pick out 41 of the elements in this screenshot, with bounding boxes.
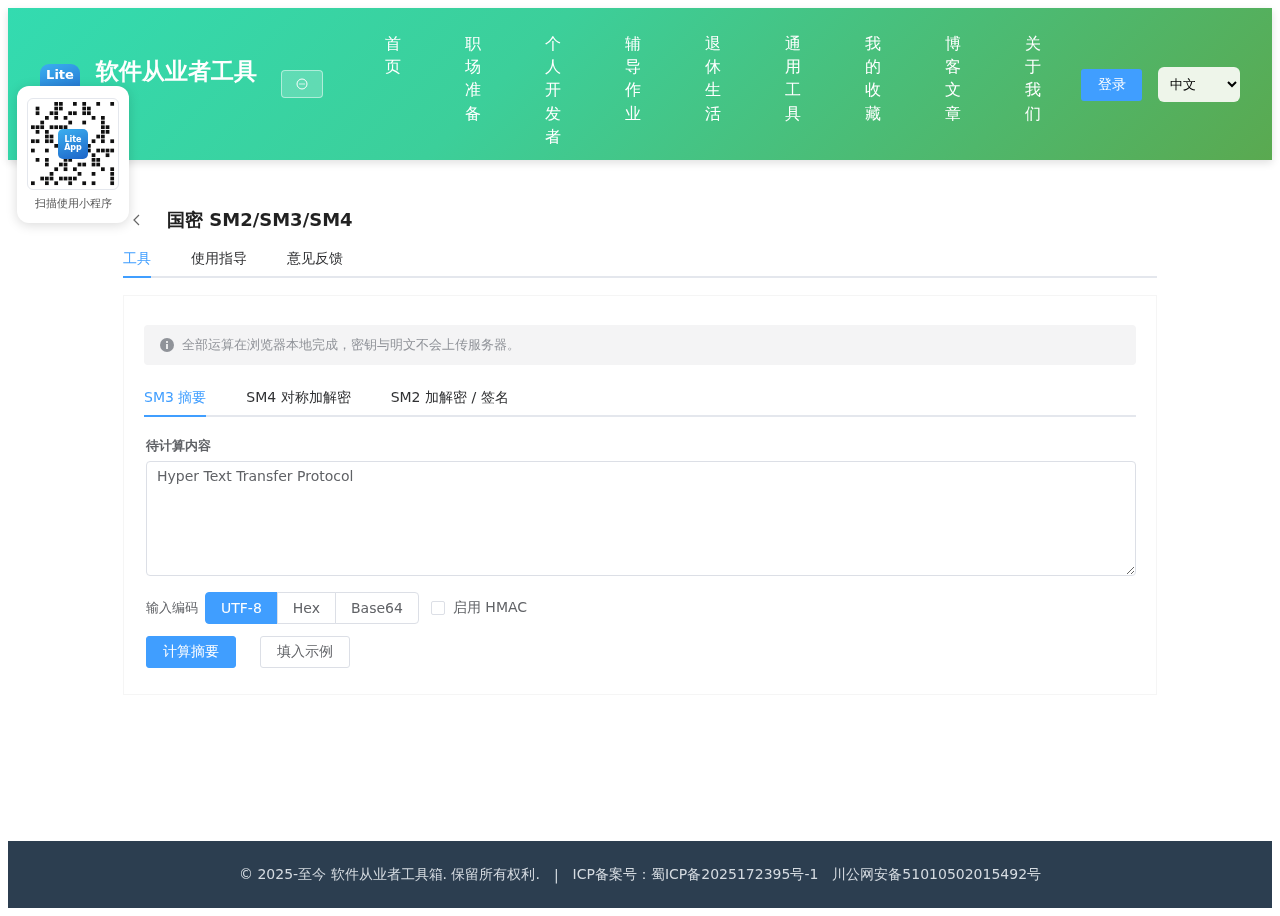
tab[interactable]: 意见反馈 xyxy=(287,250,343,278)
page-title: 国密 SM2/SM3/SM4 xyxy=(167,208,353,232)
qr-caption: 扫描使用小程序 xyxy=(34,196,112,211)
nav-link[interactable]: 职场准备 xyxy=(433,32,513,148)
site-title: 软件从业者工具 xyxy=(96,57,257,86)
nav-link[interactable]: 我的收藏 xyxy=(833,32,913,148)
encoding-option[interactable]: UTF-8 xyxy=(205,592,278,624)
notice-text: 全部运算在浏览器本地完成，密钥与明文不会上传服务器。 xyxy=(182,336,520,354)
sub-tab[interactable]: SM2 加解密 / 签名 xyxy=(390,389,509,417)
nav-link[interactable]: 博客文章 xyxy=(913,32,993,148)
nav-link[interactable]: 关于我们 xyxy=(993,32,1073,148)
nav-link[interactable]: 退休生活 xyxy=(673,32,753,148)
nav-link[interactable]: 个人开发者 xyxy=(513,32,593,148)
encoding-option[interactable]: Base64 xyxy=(335,592,419,624)
icp-text: ICP备案号：蜀ICP备2025172395号-1 xyxy=(572,865,819,884)
hmac-label: 启用 HMAC xyxy=(452,599,528,617)
hmac-checkbox[interactable] xyxy=(430,601,445,615)
sub-tab[interactable]: SM3 摘要 xyxy=(144,389,207,417)
police-record-text: 川公网安备51010502015492号 xyxy=(832,865,1042,884)
tab[interactable]: 使用指导 xyxy=(191,250,247,278)
footer-separator: | xyxy=(553,866,559,883)
chat-button[interactable] xyxy=(281,70,323,98)
example-button[interactable]: 填入示例 xyxy=(260,636,350,668)
compute-button[interactable]: 计算摘要 xyxy=(146,636,236,668)
encoding-label: 输入编码 xyxy=(146,599,198,617)
chevron-left-icon xyxy=(133,214,141,226)
qr-code: Lite App xyxy=(27,98,119,190)
login-button[interactable]: 登录 xyxy=(1081,68,1142,101)
info-icon xyxy=(160,338,174,352)
sub-tab[interactable]: SM4 对称加解密 xyxy=(246,389,351,417)
tab[interactable]: 工具 xyxy=(123,250,151,278)
language-select[interactable]: 中文 xyxy=(1158,67,1240,102)
nav-link[interactable]: 辅导作业 xyxy=(593,32,673,148)
input-field[interactable]: Hyper Text Transfer Protocol xyxy=(146,461,1136,576)
copyright-text: © 2025-至今 软件从业者工具箱. 保留所有权利. xyxy=(238,865,540,884)
encoding-option[interactable]: Hex xyxy=(276,592,336,624)
nav-link[interactable]: 通用工具 xyxy=(753,32,833,148)
nav-link[interactable]: 首页 xyxy=(353,32,433,148)
chat-bubble-icon xyxy=(296,78,308,90)
input-label: 待计算内容 xyxy=(146,437,212,455)
back-button[interactable] xyxy=(133,214,141,226)
